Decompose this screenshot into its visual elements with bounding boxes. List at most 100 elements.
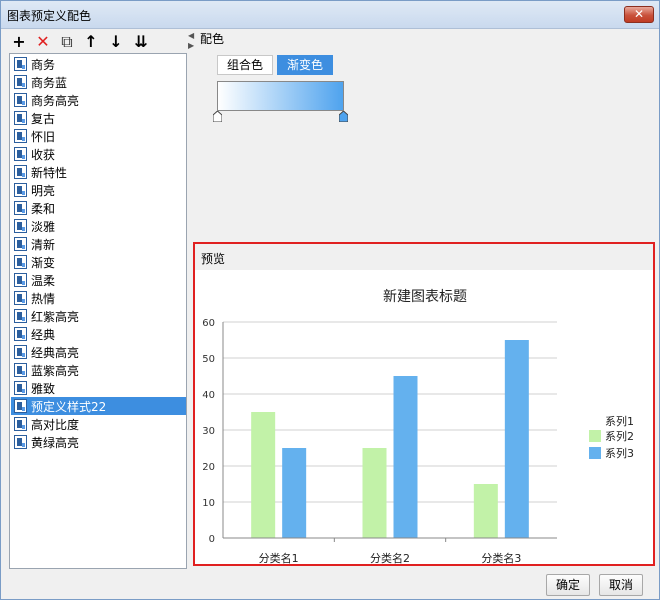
style-list-item-label: 收获 [31,147,56,162]
legend-label: 系列3 [605,446,634,460]
title-bar[interactable]: 图表预定义配色 ✕ [1,1,659,29]
style-list-item-label: 复古 [31,111,56,126]
style-list-item[interactable]: 经典 [11,325,186,343]
y-tick-label: 40 [202,390,215,401]
chart-style-icon [14,129,27,143]
cancel-button[interactable]: 取消 [599,574,643,596]
style-list-item[interactable]: 淡雅 [11,217,186,235]
style-list-item[interactable]: 商务蓝 [11,73,186,91]
style-list-item-label: 经典 [31,327,56,342]
tab-combination-color[interactable]: 组合色 [217,55,274,75]
style-list-item-label: 黄绿高亮 [31,435,80,450]
collapse-left-icon[interactable]: ◀ [188,31,194,40]
style-list-item[interactable]: 温柔 [11,271,186,289]
style-list-item[interactable]: 高对比度 [11,415,186,433]
bar-系列3-分类名1[interactable] [282,448,307,538]
y-tick-label: 20 [202,462,215,473]
style-toolbar: + ✕ ⧉ ↑ ↓ ⇊ [9,31,187,53]
style-list-item-label: 预定义样式22 [31,399,107,414]
style-list-item-label: 新特性 [31,165,68,180]
style-list-item-label: 柔和 [31,201,56,216]
chart-style-icon [14,57,27,71]
sort-icon[interactable]: ⇊ [131,32,151,52]
x-tick-label: 分类名1 [259,551,299,564]
style-list-item[interactable]: 清新 [11,235,186,253]
style-list[interactable]: 商务商务蓝 商务高亮复古 怀旧收获新特性明亮柔和 淡雅清新渐变 温柔热情红紫高亮经典 经典… [9,53,187,569]
style-list-item[interactable]: 商务 [11,55,186,73]
chart-style-icon [14,147,27,161]
chart-style-icon [14,435,27,449]
chart-style-icon [14,381,27,395]
style-list-item[interactable]: 明亮 [11,181,186,199]
style-list-item[interactable]: 经典高亮 [11,343,186,361]
style-list-item-label: 蓝紫高亮 [31,363,80,378]
chart-style-icon [14,75,27,89]
delete-icon[interactable]: ✕ [33,32,53,52]
style-list-item[interactable]: 复古 [11,109,186,127]
bar-系列2-分类名2[interactable] [362,448,387,538]
style-list-item-label: 雅致 [31,381,56,396]
chart-style-icon [14,363,27,377]
color-mode-tabs: 组合色 渐变色 [217,55,334,75]
expand-right-icon[interactable]: ▶ [188,41,194,50]
gradient-start-stop[interactable] [213,111,222,122]
style-list-item-label: 商务蓝 [31,75,68,90]
style-list-item[interactable]: 黄绿高亮 [11,433,186,451]
bar-系列3-分类名3[interactable] [504,340,529,538]
chart-style-icon [14,309,27,323]
x-tick-label: 分类名3 [481,551,521,564]
legend-label: 系列2 [605,429,634,443]
chart-style-icon [14,237,27,251]
bar-系列3-分类名2[interactable] [393,376,418,538]
color-section-label: 配色 [200,32,225,46]
gradient-preview-bar[interactable] [217,81,344,111]
move-up-icon[interactable]: ↑ [81,32,101,52]
chart-style-icon [14,201,27,215]
preview-header: 预览 [195,244,653,270]
y-tick-label: 0 [209,534,215,545]
style-list-item-label: 明亮 [31,183,56,198]
y-tick-label: 30 [202,426,215,437]
style-list-item[interactable]: 新特性 [11,163,186,181]
x-tick-label: 分类名2 [370,551,410,564]
style-list-item[interactable]: 怀旧 [11,127,186,145]
preview-label: 预览 [201,252,226,266]
style-list-item[interactable]: 红紫高亮 [11,307,186,325]
chart-style-icon [14,183,27,197]
bar-系列2-分类名3[interactable] [473,484,498,538]
ok-button[interactable]: 确定 [546,574,590,596]
gradient-end-stop[interactable] [339,111,348,122]
chart-style-icon [14,291,27,305]
style-list-item[interactable]: 预定义样式22 [11,397,186,415]
style-list-item[interactable]: 商务高亮 [11,91,186,109]
tab-gradient-color[interactable]: 渐变色 [277,55,334,75]
preview-chart: 新建图表标题 0 10 20 30 40 50 60 分类名1 分类名2 分类名3 系列1系列2 系… [202,289,634,564]
style-list-item-label: 清新 [31,237,56,252]
move-down-icon[interactable]: ↓ [106,32,126,52]
style-list-item[interactable]: 蓝紫高亮 [11,361,186,379]
chart-style-icon [14,93,27,107]
style-list-item-label: 渐变 [31,255,56,270]
window-title: 图表预定义配色 [7,9,92,23]
bar-系列2-分类名1[interactable] [251,412,276,538]
style-list-item-label: 红紫高亮 [31,309,80,324]
style-list-item[interactable]: 收获 [11,145,186,163]
copy-icon[interactable]: ⧉ [57,32,77,52]
style-list-item[interactable]: 柔和 [11,199,186,217]
chart-style-icon [14,273,27,287]
style-list-item[interactable]: 热情 [11,289,186,307]
style-list-item-label: 热情 [31,291,56,306]
legend-title: 系列1 [605,414,634,428]
close-button[interactable]: ✕ [624,6,654,23]
chart-style-icon [14,165,27,179]
style-list-item[interactable]: 雅致 [11,379,186,397]
chart-title: 新建图表标题 [383,289,467,305]
legend-swatch [589,447,601,459]
legend-swatch [589,430,601,442]
style-list-item-label: 商务 [31,57,56,72]
y-tick-label: 60 [202,318,215,329]
dialog-window: 图表预定义配色 ✕ + ✕ ⧉ ↑ ↓ ⇊ 商务商务蓝 商务高亮复古 怀旧收获新特性… [0,0,660,600]
y-tick-label: 50 [202,354,215,365]
add-icon[interactable]: + [9,32,29,52]
style-list-item[interactable]: 渐变 [11,253,186,271]
